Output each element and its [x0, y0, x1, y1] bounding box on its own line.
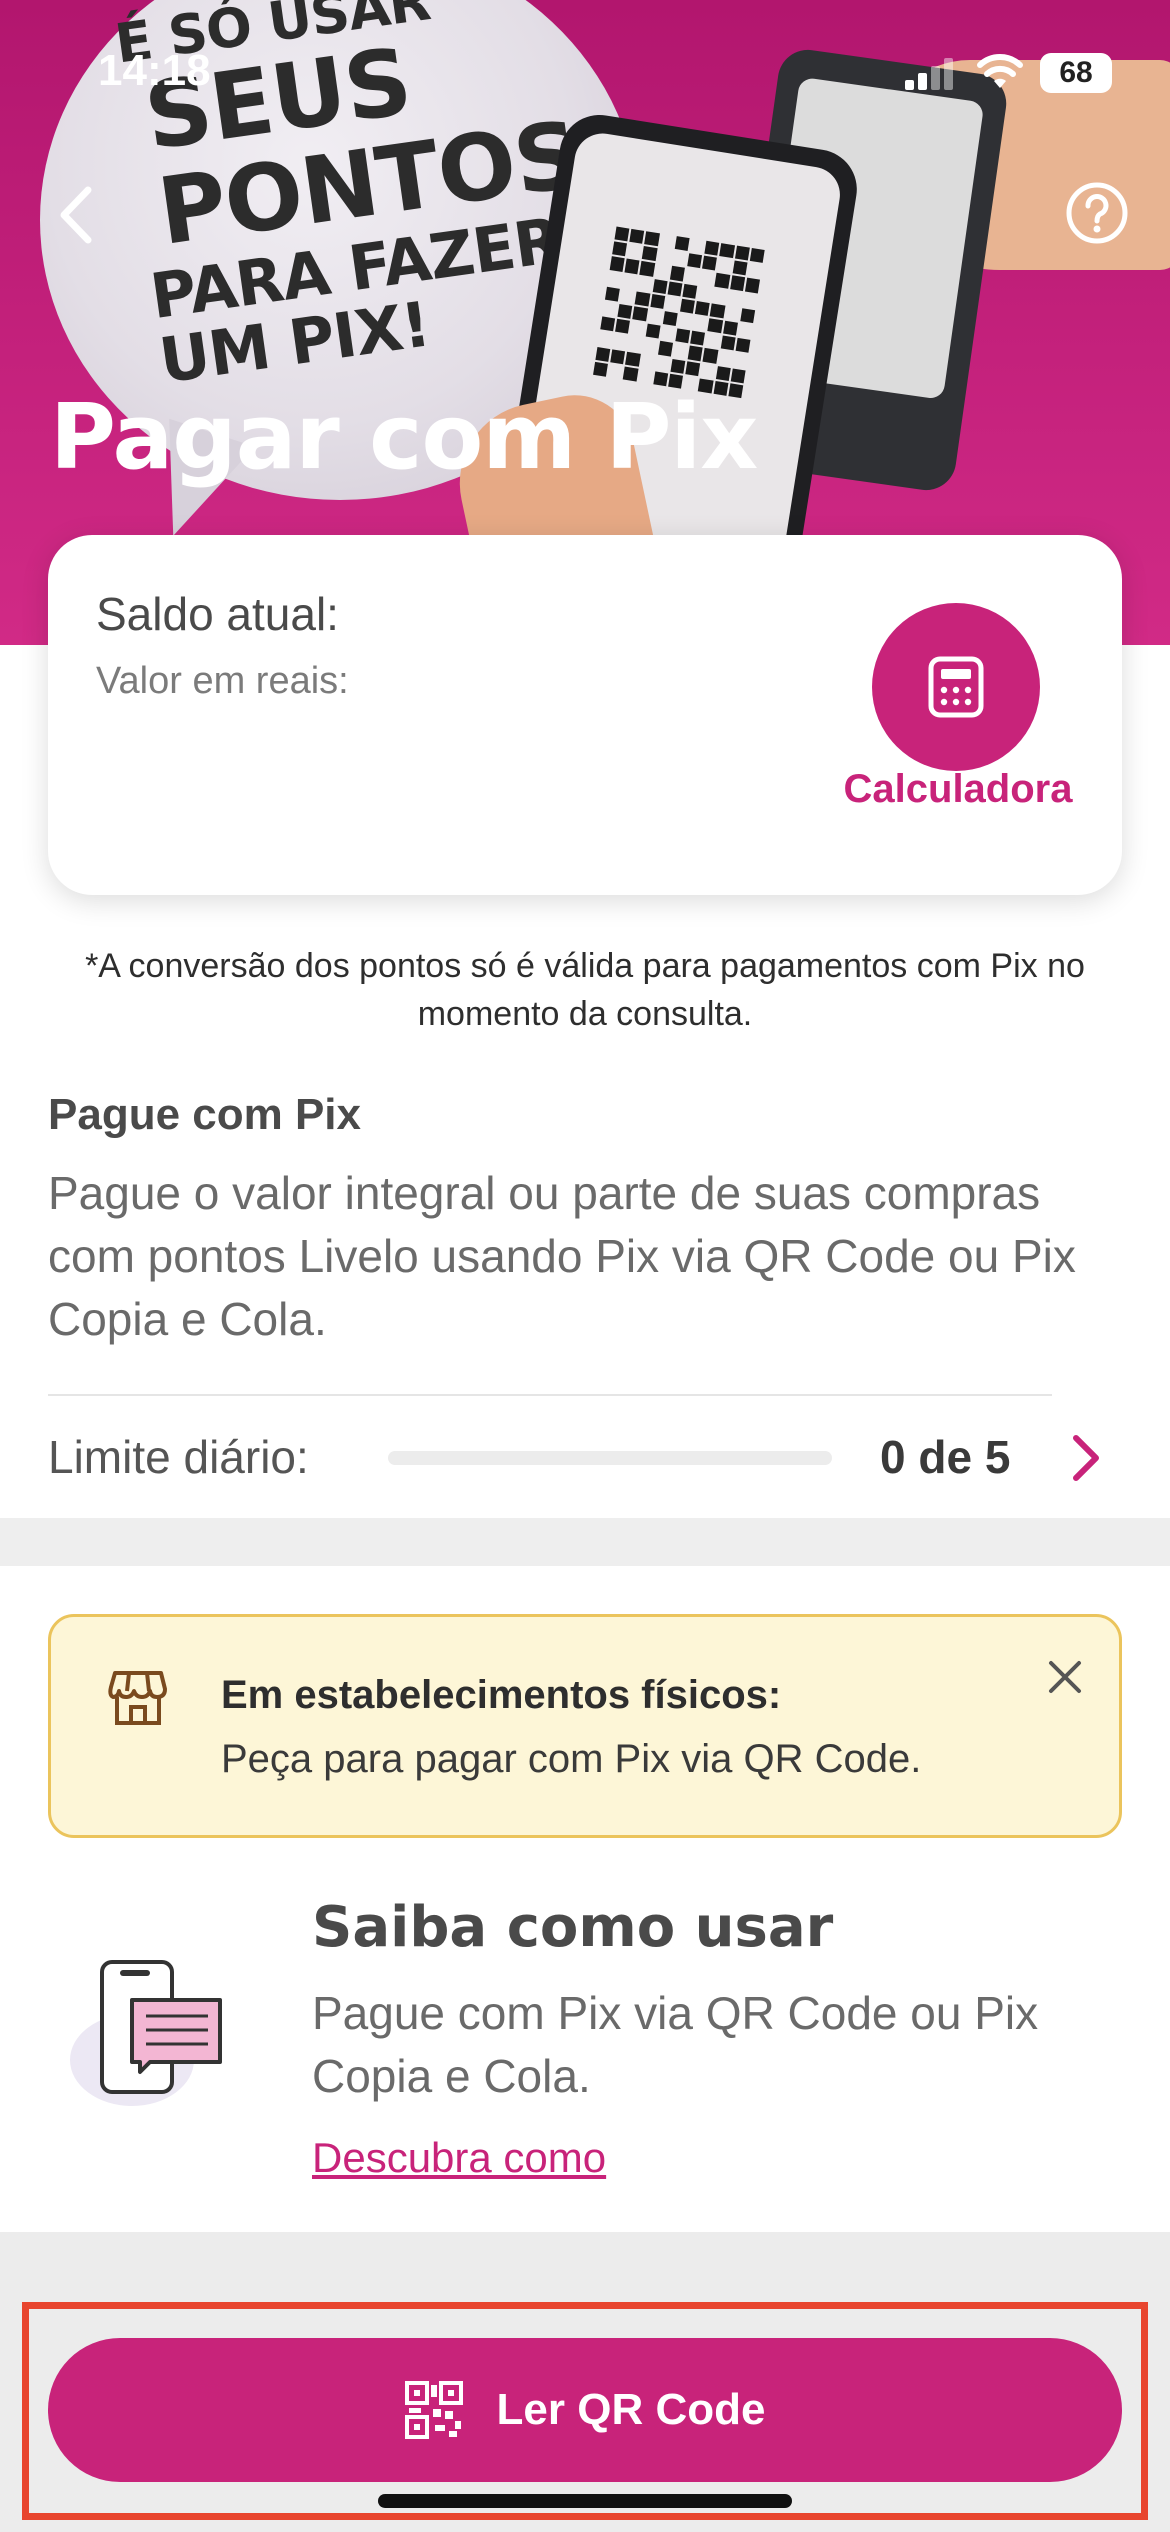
status-time: 14:18 [98, 46, 211, 95]
daily-limit-progress [388, 1451, 832, 1465]
question-circle-icon[interactable] [1064, 180, 1130, 246]
notice-text: Peça para pagar com Pix via QR Code. [221, 1737, 922, 1781]
conversion-disclaimer: *A conversão dos pontos só é válida para… [85, 947, 1085, 1033]
balance-value-label: Valor em reais: [96, 660, 349, 702]
qr-code-icon [404, 2381, 463, 2439]
store-icon [108, 1671, 167, 1725]
battery-indicator: 68 [1040, 53, 1112, 93]
close-icon[interactable] [1045, 1657, 1085, 1697]
discover-how-link[interactable]: Descubra como [312, 2134, 606, 2182]
calculator-icon [928, 656, 984, 718]
chevron-left-icon[interactable] [50, 180, 110, 250]
physical-store-notice: Em estabelecimentos físicos: Peça para p… [48, 1614, 1122, 1838]
section-separator [0, 1518, 1170, 1566]
calculator-label[interactable]: Calculadora [828, 767, 1088, 812]
daily-limit-label: Limite diário: [48, 1431, 309, 1483]
read-qr-code-label: Ler QR Code [496, 2385, 766, 2434]
phone-message-icon [70, 1960, 222, 2106]
wifi-icon [977, 54, 1023, 88]
page-title: Pagar com Pix [50, 385, 758, 490]
chevron-right-icon[interactable] [1066, 1432, 1106, 1484]
balance-card: Saldo atual: Valor em reais: Calculadora [48, 535, 1122, 895]
home-indicator[interactable] [378, 2494, 792, 2508]
daily-limit-value: 0 de 5 [880, 1431, 1011, 1483]
qr-code-illustration [593, 226, 765, 399]
read-qr-code-button[interactable]: Ler QR Code [48, 2338, 1122, 2482]
signal-icon [905, 58, 955, 90]
pay-section-heading: Pague com Pix [48, 1090, 362, 1139]
howto-description: Pague com Pix via QR Code ou Pix Copia e… [312, 1987, 1039, 2102]
howto-title: Saiba como usar [312, 1895, 834, 1960]
calculator-button[interactable] [872, 603, 1040, 771]
divider [48, 1394, 1052, 1396]
notice-title: Em estabelecimentos físicos: [221, 1673, 782, 1717]
balance-label: Saldo atual: [96, 588, 339, 640]
pay-section-description: Pague o valor integral ou parte de suas … [48, 1167, 1076, 1345]
pix-payment-screen: É SÓ USAR SEUS PONTOS PARA FAZER UM PIX!… [0, 0, 1170, 2532]
